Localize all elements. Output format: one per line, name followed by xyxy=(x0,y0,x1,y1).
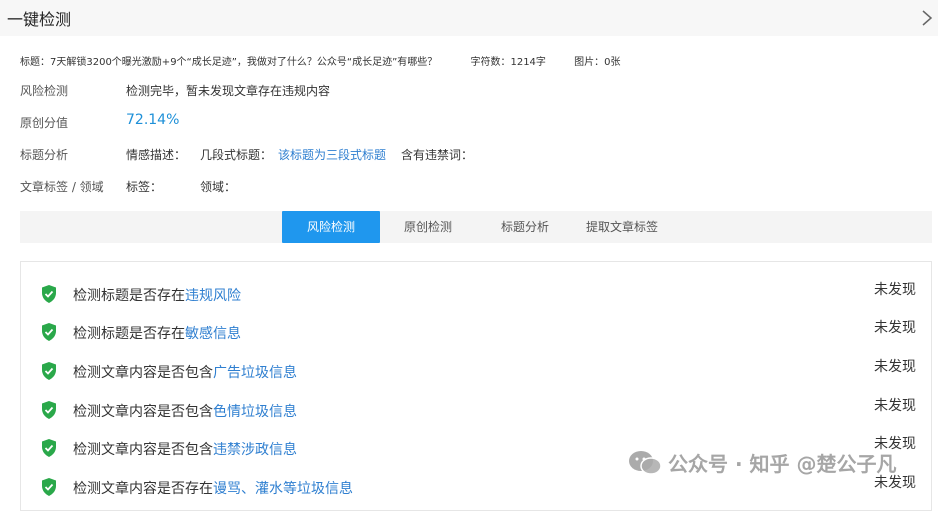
article-title-text: 标题：7天解锁3200个曝光激励+9个“成长足迹”，我做对了什么？公众号“成长足… xyxy=(20,57,438,68)
check-text: 检测标题是否存在敏感信息 xyxy=(73,323,241,343)
risk-value: 检测完毕，暂未发现文章存在违规内容 xyxy=(126,84,331,98)
banned-words-label: 含有违禁词： xyxy=(401,148,474,162)
word-count: 字符数：1214字 xyxy=(470,57,546,68)
segments-label: 几段式标题： xyxy=(200,148,273,162)
check-prefix: 检测文章内容是否包含 xyxy=(73,365,213,381)
chevron-right-icon[interactable] xyxy=(920,8,934,28)
tags-domain-label: 文章标签 / 领域 xyxy=(20,180,104,194)
check-prefix: 检测标题是否存在 xyxy=(73,326,185,342)
check-prefix: 检测文章内容是否包含 xyxy=(73,404,213,420)
check-link[interactable]: 广告垃圾信息 xyxy=(213,365,297,381)
check-row: 检测文章内容是否包含色情垃圾信息 未发现 xyxy=(21,392,933,422)
tab-originality[interactable]: 原创检测 xyxy=(388,211,468,243)
check-link[interactable]: 谩骂、灌水等垃圾信息 xyxy=(213,481,353,497)
check-status: 未发现 xyxy=(874,320,916,336)
check-prefix: 检测标题是否存在 xyxy=(73,288,185,304)
shield-check-icon xyxy=(42,478,56,496)
check-row: 检测标题是否存在违规风险 未发现 xyxy=(21,276,933,306)
shield-check-icon xyxy=(42,362,56,380)
check-status: 未发现 xyxy=(874,359,916,375)
shield-check-icon xyxy=(42,401,56,419)
detection-tabs: 风险检测 原创检测 标题分析 提取文章标签 xyxy=(20,211,932,243)
originality-score: 72.14% xyxy=(126,112,180,128)
check-text: 检测文章内容是否包含广告垃圾信息 xyxy=(73,362,297,382)
check-link[interactable]: 违规风险 xyxy=(185,288,241,304)
segments-value[interactable]: 该标题为三段式标题 xyxy=(278,146,386,163)
shield-check-icon xyxy=(42,323,56,341)
check-row: 检测标题是否存在敏感信息 未发现 xyxy=(21,314,933,344)
panel-title: 一键检测 xyxy=(7,10,72,29)
tab-title-analysis[interactable]: 标题分析 xyxy=(485,211,565,243)
check-status: 未发现 xyxy=(874,398,916,414)
sentiment-label: 情感描述： xyxy=(126,148,187,162)
check-text: 检测文章内容是否包含违禁涉政信息 xyxy=(73,439,297,459)
tags-label: 标签： xyxy=(126,180,163,194)
check-row: 检测文章内容是否包含广告垃圾信息 未发现 xyxy=(21,353,933,383)
check-text: 检测标题是否存在违规风险 xyxy=(73,285,241,305)
shield-check-icon xyxy=(42,439,56,457)
risk-label: 风险检测 xyxy=(20,84,69,98)
watermark-text: 公众号 · 知乎 @楚公子凡 xyxy=(668,452,897,476)
panel-header: 一键检测 xyxy=(0,0,938,36)
domain-label: 领域： xyxy=(200,180,237,194)
originality-label: 原创分值 xyxy=(20,116,69,130)
check-status: 未发现 xyxy=(874,282,916,298)
title-analysis-label: 标题分析 xyxy=(20,148,69,162)
wechat-icon xyxy=(629,451,662,475)
tab-risk-detection[interactable]: 风险检测 xyxy=(282,211,380,243)
article-info: 标题：7天解锁3200个曝光激励+9个“成长足迹”，我做对了什么？公众号“成长足… xyxy=(20,53,620,68)
check-prefix: 检测文章内容是否存在 xyxy=(73,481,213,497)
image-count: 图片：0张 xyxy=(574,57,621,68)
tab-extract-tags[interactable]: 提取文章标签 xyxy=(575,211,669,243)
check-text: 检测文章内容是否包含色情垃圾信息 xyxy=(73,401,297,421)
shield-check-icon xyxy=(42,285,56,303)
check-link[interactable]: 违禁涉政信息 xyxy=(213,442,297,458)
check-link[interactable]: 色情垃圾信息 xyxy=(213,404,297,420)
check-link[interactable]: 敏感信息 xyxy=(185,326,241,342)
check-prefix: 检测文章内容是否包含 xyxy=(73,442,213,458)
check-text: 检测文章内容是否存在谩骂、灌水等垃圾信息 xyxy=(73,478,353,498)
